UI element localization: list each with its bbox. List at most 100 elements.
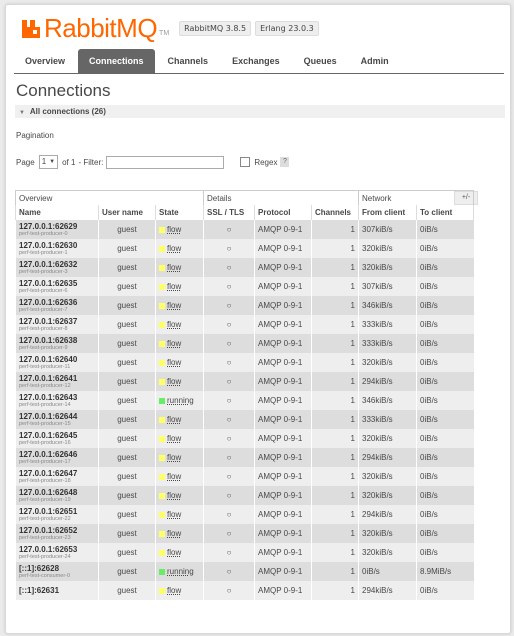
protocol-cell: AMQP 0-9-1	[254, 220, 312, 239]
col-to-client[interactable]: To client	[416, 205, 474, 220]
connection-name-cell[interactable]: 127.0.0.1:62630 perf-test-producer-1	[15, 239, 99, 258]
connection-name-cell[interactable]: 127.0.0.1:62643 perf-test-producer-14	[15, 391, 99, 410]
tab-overview[interactable]: Overview	[14, 49, 76, 73]
from-client-cell: 320kiB/s	[358, 486, 417, 505]
connection-name-cell[interactable]: 127.0.0.1:62641 perf-test-producer-12	[15, 372, 99, 391]
state-label[interactable]: flow	[167, 339, 181, 348]
state-label[interactable]: running	[167, 567, 194, 576]
all-connections-section-header[interactable]: ▼ All connections (26)	[15, 105, 505, 118]
connection-name-cell[interactable]: 127.0.0.1:62644 perf-test-producer-15	[15, 410, 99, 429]
state-label[interactable]: flow	[167, 263, 181, 272]
connection-name-cell[interactable]: 127.0.0.1:62653 perf-test-producer-24	[15, 543, 99, 562]
state-label[interactable]: flow	[167, 244, 181, 253]
from-client-cell: 333kiB/s	[358, 410, 417, 429]
filter-input[interactable]	[106, 155, 225, 169]
connection-name-link[interactable]: 127.0.0.1:62632	[19, 260, 95, 269]
col-state[interactable]: State	[155, 205, 204, 220]
state-cell: flow	[155, 296, 204, 315]
connection-name-link[interactable]: 127.0.0.1:62630	[19, 241, 95, 250]
connection-client-name: perf-test-producer-0	[19, 230, 68, 237]
ssl-tls-cell: ○	[203, 448, 255, 467]
connection-name-link[interactable]: 127.0.0.1:62651	[19, 507, 95, 516]
connection-name-cell[interactable]: [::1]:62631	[15, 581, 99, 600]
connection-client-name: perf-test-producer-3	[19, 268, 68, 275]
connection-name-link[interactable]: 127.0.0.1:62643	[19, 393, 95, 402]
state-label[interactable]: flow	[167, 548, 181, 557]
tab-connections[interactable]: Connections	[78, 49, 155, 73]
state-label[interactable]: flow	[167, 320, 181, 329]
col-from-client[interactable]: From client	[358, 205, 417, 220]
state-label[interactable]: flow	[167, 377, 181, 386]
connection-name-cell[interactable]: 127.0.0.1:62651 perf-test-producer-22	[15, 505, 99, 524]
to-client-cell: 8.9MiB/s	[416, 562, 474, 581]
page-select[interactable]: 1 ▼	[38, 155, 59, 169]
from-client-cell: 307kiB/s	[358, 277, 417, 296]
connection-name-link[interactable]: 127.0.0.1:62648	[19, 488, 95, 497]
connection-name-cell[interactable]: 127.0.0.1:62632 perf-test-producer-3	[15, 258, 99, 277]
connection-name-link[interactable]: 127.0.0.1:62641	[19, 374, 95, 383]
connection-name-cell[interactable]: 127.0.0.1:62647 perf-test-producer-18	[15, 467, 99, 486]
connection-name-link[interactable]: 127.0.0.1:62637	[19, 317, 95, 326]
rabbitmq-logo-icon[interactable]	[20, 18, 42, 38]
connection-name-link[interactable]: 127.0.0.1:62635	[19, 279, 95, 288]
connection-name-link[interactable]: 127.0.0.1:62646	[19, 450, 95, 459]
table-row: 127.0.0.1:62629 perf-test-producer-0 guest…	[15, 220, 474, 239]
connection-name-cell[interactable]: 127.0.0.1:62640 perf-test-producer-11	[15, 353, 99, 372]
state-label[interactable]: flow	[167, 586, 181, 595]
connection-name-link[interactable]: 127.0.0.1:62640	[19, 355, 95, 364]
connection-name-cell[interactable]: 127.0.0.1:62645 perf-test-producer-16	[15, 429, 99, 448]
state-label[interactable]: flow	[167, 510, 181, 519]
connection-name-cell[interactable]: 127.0.0.1:62637 perf-test-producer-8	[15, 315, 99, 334]
connection-name-link[interactable]: 127.0.0.1:62645	[19, 431, 95, 440]
connection-name-link[interactable]: 127.0.0.1:62652	[19, 526, 95, 535]
state-cell: flow	[155, 467, 204, 486]
ssl-tls-cell: ○	[203, 258, 255, 277]
state-label[interactable]: flow	[167, 453, 181, 462]
connection-name-cell[interactable]: 127.0.0.1:62636 perf-test-producer-7	[15, 296, 99, 315]
state-label[interactable]: flow	[167, 472, 181, 481]
connection-name-cell[interactable]: 127.0.0.1:62635 perf-test-producer-6	[15, 277, 99, 296]
table-row: 127.0.0.1:62643 perf-test-producer-14 gues…	[15, 391, 474, 410]
connection-name-link[interactable]: [::1]:62631	[19, 586, 95, 595]
regex-checkbox[interactable]	[240, 157, 251, 167]
col-channels[interactable]: Channels	[311, 205, 359, 220]
connection-name-link[interactable]: 127.0.0.1:62647	[19, 469, 95, 478]
table-row: 127.0.0.1:62640 perf-test-producer-11 gues…	[15, 353, 474, 372]
connection-client-name: perf-test-producer-6	[19, 287, 68, 294]
col-ssl-tls[interactable]: SSL / TLS	[203, 205, 255, 220]
tab-admin[interactable]: Admin	[350, 49, 400, 73]
state-label[interactable]: flow	[167, 491, 181, 500]
state-label[interactable]: flow	[167, 282, 181, 291]
tab-exchanges[interactable]: Exchanges	[221, 49, 291, 73]
state-label[interactable]: running	[167, 396, 194, 405]
state-label[interactable]: flow	[167, 358, 181, 367]
connection-name-link[interactable]: 127.0.0.1:62653	[19, 545, 95, 554]
state-indicator-icon	[159, 587, 165, 594]
connection-name-cell[interactable]: 127.0.0.1:62646 perf-test-producer-17	[15, 448, 99, 467]
col-name[interactable]: Name	[15, 205, 99, 220]
page-of-label: of 1	[62, 157, 76, 167]
state-label[interactable]: flow	[167, 301, 181, 310]
col-user-name[interactable]: User name	[98, 205, 156, 220]
connection-name-cell[interactable]: [::1]:62628 perf-test-consumer-0	[15, 562, 99, 581]
connection-name-cell[interactable]: 127.0.0.1:62652 perf-test-producer-23	[15, 524, 99, 543]
state-label[interactable]: flow	[167, 415, 181, 424]
brand-name[interactable]: RabbitMQ	[44, 15, 158, 41]
tab-queues[interactable]: Queues	[293, 49, 348, 73]
connection-name-link[interactable]: 127.0.0.1:62638	[19, 336, 95, 345]
col-protocol[interactable]: Protocol	[254, 205, 312, 220]
state-label[interactable]: flow	[167, 225, 181, 234]
state-label[interactable]: flow	[167, 434, 181, 443]
connection-name-cell[interactable]: 127.0.0.1:62638 perf-test-producer-9	[15, 334, 99, 353]
connection-name-link[interactable]: 127.0.0.1:62629	[19, 222, 95, 231]
state-cell: flow	[155, 448, 204, 467]
regex-help-button[interactable]: ?	[280, 157, 290, 167]
connection-name-link[interactable]: 127.0.0.1:62636	[19, 298, 95, 307]
connection-name-cell[interactable]: 127.0.0.1:62648 perf-test-producer-19	[15, 486, 99, 505]
connection-name-link[interactable]: 127.0.0.1:62644	[19, 412, 95, 421]
state-label[interactable]: flow	[167, 529, 181, 538]
connection-name-link[interactable]: [::1]:62628	[19, 564, 95, 573]
connection-name-cell[interactable]: 127.0.0.1:62629 perf-test-producer-0	[15, 220, 99, 239]
tab-channels[interactable]: Channels	[157, 49, 220, 73]
to-client-cell: 0iB/s	[416, 296, 474, 315]
